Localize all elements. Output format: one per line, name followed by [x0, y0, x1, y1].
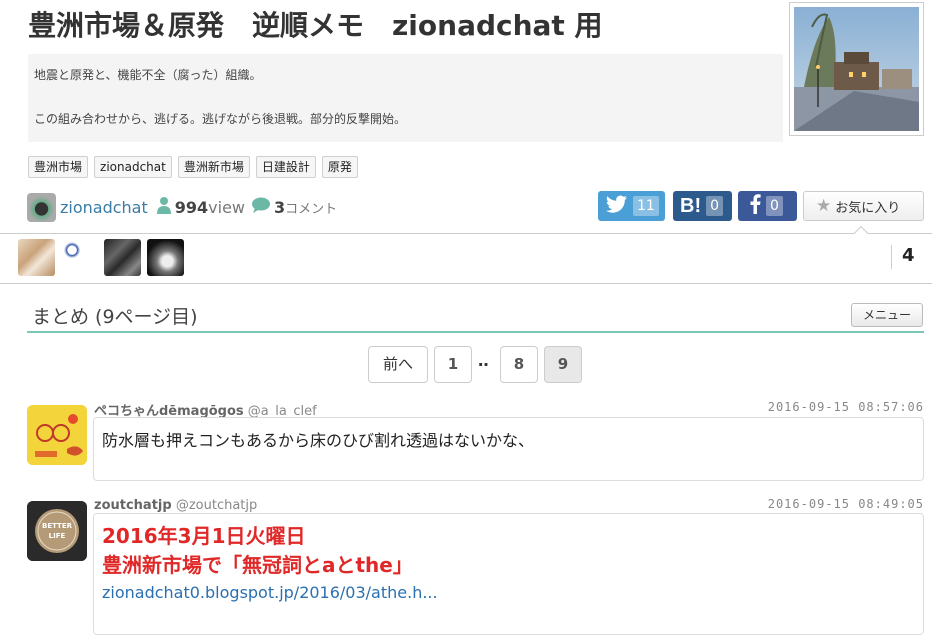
avatar-text: BETTER — [42, 522, 73, 530]
favorite-users — [18, 239, 184, 276]
pager-page-button[interactable]: 1 — [434, 346, 472, 383]
view-unit: view — [208, 197, 245, 217]
twitter-share-button[interactable]: 11 — [598, 191, 665, 221]
divider — [0, 283, 932, 284]
tweet-headline: 豊洲新市場で「無冠詞とaとthe」 — [102, 553, 413, 577]
tweet-link[interactable]: zionadchat0.blogspot.jp/2016/03/athe.h..… — [102, 580, 915, 606]
tweet-timestamp[interactable]: 2016-09-15 08:49:05 — [768, 497, 924, 511]
hatena-count: 0 — [706, 196, 724, 216]
notch-decoration — [853, 225, 869, 241]
tweet-avatar-image: BETTER LIFE — [27, 501, 87, 561]
tweet-text: 防水層も押えコンもあるから床のひび割れ透過はないかな、 — [102, 431, 535, 450]
tweet-header: zoutchatjp @zoutchatjp — [94, 498, 257, 513]
comment-count[interactable]: 3 — [274, 198, 285, 217]
tag-list: 豊洲市場 zionadchat 豊洲新市場 日建設計 原発 — [28, 156, 358, 178]
cover-image — [789, 2, 924, 136]
favorite-button[interactable]: ★ お気に入り — [803, 191, 924, 221]
twitter-icon — [606, 195, 628, 218]
tag[interactable]: zionadchat — [94, 156, 172, 178]
description-line: この組み合わせから、逃げる。逃げながら後退戦。部分的反撃開始。 — [34, 112, 407, 126]
comment-unit[interactable]: コメント — [285, 198, 337, 217]
favorite-user-avatar[interactable] — [147, 239, 184, 276]
menu-button[interactable]: メニュー — [851, 303, 923, 327]
tweet-author-handle[interactable]: @zoutchatjp — [176, 498, 257, 513]
pager-current-page[interactable]: 9 — [544, 346, 582, 383]
tweet-body: 2016年3月1日火曜日 豊洲新市場で「無冠詞とaとthe」 zionadcha… — [93, 513, 924, 635]
tweet-author-name[interactable]: zoutchatjp — [94, 498, 172, 513]
facebook-count: 0 — [766, 196, 783, 216]
section-underline — [27, 331, 924, 333]
comment-icon — [251, 197, 271, 217]
avatar-text: LIFE — [49, 532, 66, 540]
author-row: zionadchat 994 view 3 コメント — [27, 192, 343, 222]
divider — [0, 233, 932, 234]
tweet-avatar[interactable]: BETTER LIFE — [27, 501, 87, 561]
section-title: まとめ (9ページ目) — [32, 306, 198, 328]
tweet-body: 防水層も押えコンもあるから床のひび割れ透過はないかな、 — [93, 417, 924, 481]
cover-photo — [794, 7, 919, 131]
facebook-icon — [749, 193, 761, 219]
page-title: 豊洲市場＆原発 逆順メモ zionadchat 用 — [28, 9, 603, 42]
description-line: 地震と原発と、機能不全（腐った）組織。 — [34, 68, 262, 82]
favorite-user-avatar[interactable] — [18, 239, 55, 276]
tweet-avatar[interactable] — [27, 405, 87, 465]
tag[interactable]: 原発 — [321, 156, 358, 178]
tweet-avatar-image — [27, 405, 87, 465]
favorite-count[interactable]: 4 — [902, 245, 915, 266]
author-name[interactable]: zionadchat — [60, 198, 148, 217]
tag[interactable]: 日建設計 — [255, 156, 316, 178]
tweet-headline: 2016年3月1日火曜日 — [102, 524, 306, 548]
tag[interactable]: 豊洲市場 — [28, 156, 89, 178]
divider — [891, 245, 892, 269]
person-icon — [156, 196, 172, 218]
facebook-share-button[interactable]: 0 — [738, 191, 797, 221]
view-count: 994 — [174, 197, 209, 217]
description-box: 地震と原発と、機能不全（腐った）組織。 この組み合わせから、逃げる。逃げながら後… — [28, 54, 783, 142]
pager-ellipsis: ‥ — [478, 351, 489, 370]
pager-prev-button[interactable]: 前へ — [368, 346, 428, 383]
pager-page-button[interactable]: 8 — [500, 346, 538, 383]
author-avatar[interactable] — [27, 192, 56, 222]
hatena-icon: B! — [680, 194, 702, 217]
favorite-user-avatar[interactable] — [104, 239, 141, 276]
star-icon: ★ — [816, 196, 832, 216]
twitter-count: 11 — [633, 196, 659, 216]
tweet-timestamp[interactable]: 2016-09-15 08:57:06 — [768, 400, 924, 414]
favorite-label: お気に入り — [835, 200, 901, 216]
favorite-user-avatar[interactable] — [61, 239, 98, 276]
hatena-bookmark-button[interactable]: B! 0 — [673, 191, 732, 221]
tag[interactable]: 豊洲新市場 — [177, 156, 250, 178]
